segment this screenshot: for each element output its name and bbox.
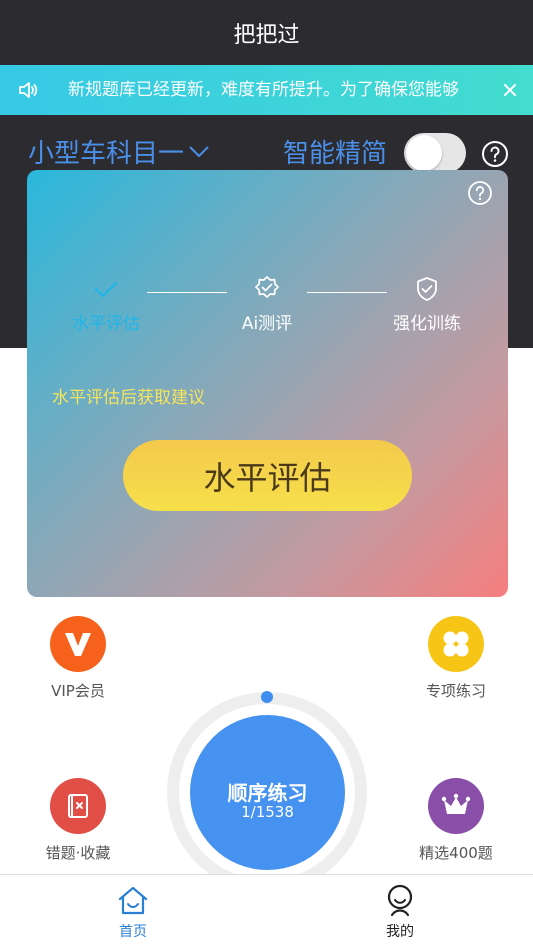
- tab-mine[interactable]: 我的: [350, 883, 450, 941]
- step-intensive-training: 强化训练: [367, 275, 487, 334]
- notice-text: 新规题库已经更新，难度有所提升。为了确保您能够: [68, 80, 459, 100]
- assessment-card: 水平评估 Ai测评 强化训练 水平评估后获取建议 水平评估: [27, 170, 508, 597]
- speaker-icon: [19, 82, 38, 98]
- smart-toggle[interactable]: [404, 133, 466, 173]
- wrong-favorites-label: 错题·收藏: [45, 844, 111, 862]
- selected-400-label: 精选400题: [419, 844, 493, 862]
- sequential-practice-button[interactable]: 顺序练习 1/1538: [190, 715, 345, 870]
- special-practice-label: 专项练习: [425, 682, 486, 700]
- tab-mine-label: 我的: [386, 924, 414, 940]
- step-label: 强化训练: [393, 314, 461, 334]
- practice-title: 顺序练习: [227, 781, 308, 805]
- practice-count: 1/1538: [241, 803, 294, 821]
- step-label: 水平评估: [72, 314, 140, 334]
- wrong-favorites-button[interactable]: 错题·收藏: [23, 778, 133, 863]
- subject-selector[interactable]: 小型车科目一: [28, 133, 210, 170]
- card-help-icon[interactable]: [467, 180, 493, 206]
- crown-icon: [428, 778, 484, 834]
- notice-banner[interactable]: 新规题库已经更新，难度有所提升。为了确保您能够: [0, 65, 533, 115]
- subject-label: 小型车科目一: [28, 139, 185, 169]
- selected-400-button[interactable]: 精选400题: [401, 778, 511, 863]
- chevron-down-icon: [189, 145, 209, 157]
- progress-indicator-dot: [261, 691, 273, 703]
- vip-icon: [50, 616, 106, 672]
- tab-home[interactable]: 首页: [83, 883, 183, 941]
- home-icon: [118, 886, 148, 915]
- badge-check-icon: [255, 276, 279, 298]
- bottom-tab-bar: 首页 我的: [0, 874, 533, 948]
- assessment-button-label: 水平评估: [203, 458, 332, 497]
- clover-icon: [428, 616, 484, 672]
- tab-home-label: 首页: [119, 924, 147, 940]
- help-icon[interactable]: [481, 140, 509, 168]
- special-practice-button[interactable]: 专项练习: [401, 616, 511, 701]
- smart-label: 智能精简: [283, 139, 388, 169]
- profile-icon: [387, 884, 413, 917]
- shield-check-icon: [417, 277, 437, 301]
- step-label: Ai测评: [241, 314, 293, 334]
- step-ai-test: Ai测评: [207, 275, 327, 334]
- toggle-knob: [406, 135, 442, 171]
- app-title-bar: 把把过: [0, 0, 533, 65]
- check-icon: [94, 281, 118, 298]
- advice-text: 水平评估后获取建议: [52, 388, 205, 408]
- wrong-book-icon: [50, 778, 106, 834]
- step-level-assessment: 水平评估: [46, 275, 166, 334]
- app-title: 把把过: [233, 22, 300, 48]
- level-assessment-button[interactable]: 水平评估: [123, 440, 412, 511]
- vip-member-button[interactable]: VIP会员: [23, 616, 133, 701]
- close-icon[interactable]: [500, 80, 520, 100]
- vip-label: VIP会员: [51, 682, 105, 700]
